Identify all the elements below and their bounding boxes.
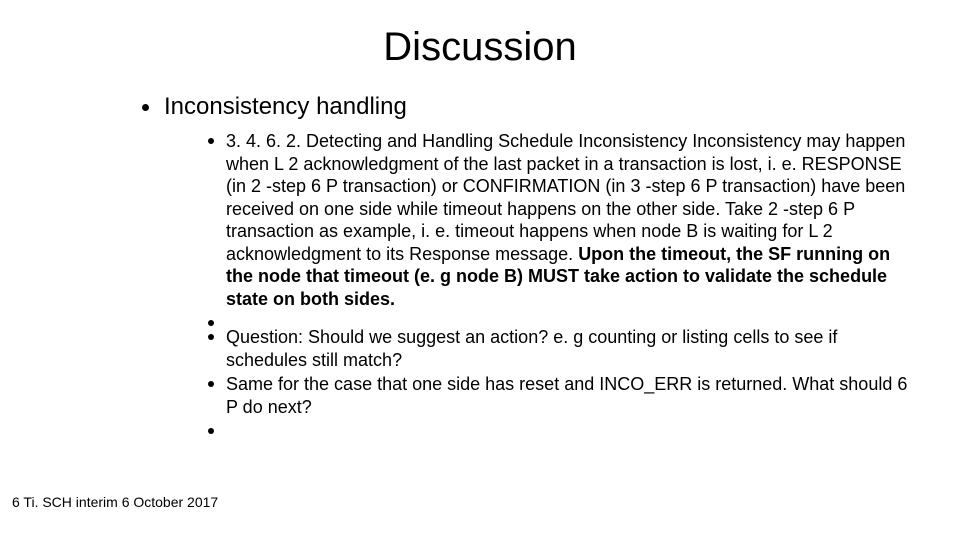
l2-item-empty <box>208 312 910 324</box>
l2-item: Same for the case that one side has rese… <box>208 373 910 418</box>
l2-item-empty <box>208 420 910 432</box>
l1-heading: Inconsistency handling <box>164 93 407 120</box>
l2-text: Same for the case that one side has rese… <box>226 374 907 417</box>
l2-text: Question: Should we suggest an action? e… <box>226 327 837 370</box>
bullet-list-level-1: Inconsistency handling 3. 4. 6. 2. Detec… <box>50 92 910 432</box>
slide-title: Discussion <box>50 25 910 70</box>
l2-item: Question: Should we suggest an action? e… <box>208 326 910 371</box>
slide-footer: 6 Ti. SCH interim 6 October 2017 <box>12 494 218 510</box>
bullet-list-level-2: 3. 4. 6. 2. Detecting and Handling Sched… <box>164 130 910 432</box>
l1-item: Inconsistency handling 3. 4. 6. 2. Detec… <box>142 92 910 432</box>
slide: Discussion Inconsistency handling 3. 4. … <box>0 0 960 540</box>
l2-item: 3. 4. 6. 2. Detecting and Handling Sched… <box>208 130 910 310</box>
